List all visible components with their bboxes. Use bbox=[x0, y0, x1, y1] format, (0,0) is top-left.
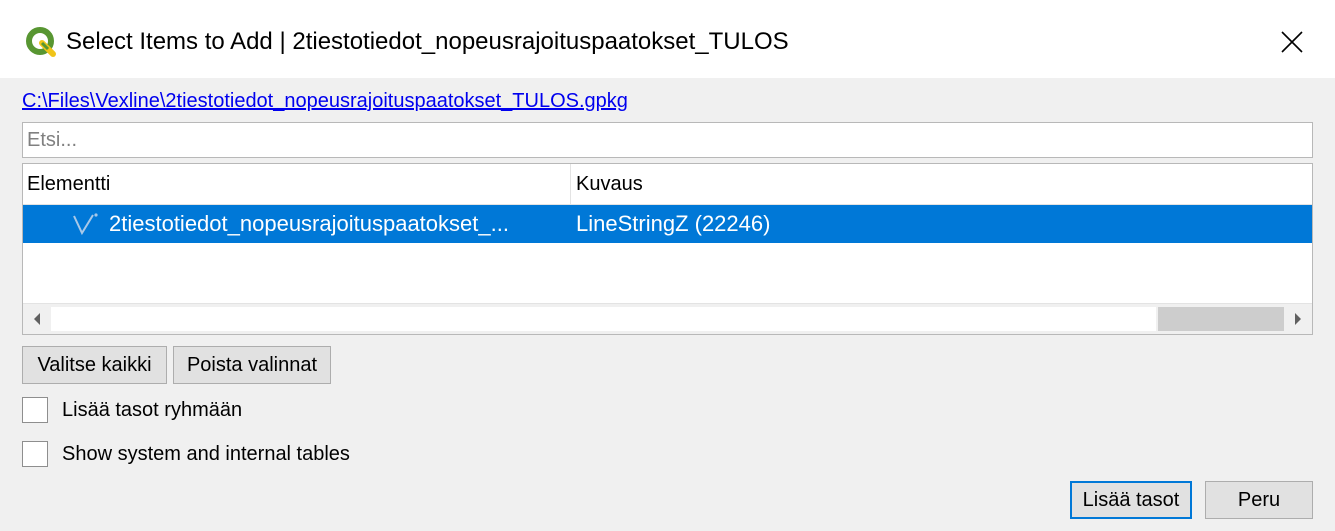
scrollbar-thumb[interactable] bbox=[1158, 307, 1284, 331]
add-to-group-checkbox[interactable] bbox=[22, 397, 48, 423]
scroll-right-button[interactable] bbox=[1284, 304, 1312, 334]
deselect-all-button[interactable]: Poista valinnat bbox=[173, 346, 331, 384]
add-layers-button[interactable]: Lisää tasot bbox=[1070, 481, 1192, 519]
file-path-link[interactable]: C:\Files\Vexline\2tiestotiedot_nopeusraj… bbox=[22, 88, 628, 114]
show-system-tables-label: Show system and internal tables bbox=[62, 443, 350, 465]
title-bar: Select Items to Add | 2tiestotiedot_nope… bbox=[0, 0, 1335, 78]
linestring-geometry-icon bbox=[71, 211, 101, 237]
table-header: Elementti Kuvaus bbox=[23, 164, 1312, 205]
close-button[interactable] bbox=[1270, 22, 1314, 62]
column-header-element[interactable]: Elementti bbox=[23, 164, 571, 204]
scrollbar-track[interactable] bbox=[51, 307, 1156, 331]
scroll-left-button[interactable] bbox=[23, 304, 51, 334]
cancel-button[interactable]: Peru bbox=[1205, 481, 1313, 519]
window-title: Select Items to Add | 2tiestotiedot_nope… bbox=[66, 28, 789, 55]
show-system-tables-checkbox[interactable] bbox=[22, 441, 48, 467]
close-icon bbox=[1281, 31, 1303, 53]
arrow-left-icon bbox=[34, 313, 40, 325]
search-input[interactable] bbox=[22, 122, 1313, 158]
row-element-name: 2tiestotiedot_nopeusrajoituspaatokset_..… bbox=[109, 211, 509, 236]
add-to-group-label: Lisää tasot ryhmään bbox=[62, 399, 243, 421]
items-table: Elementti Kuvaus 2tiestotiedot_nopeusraj… bbox=[22, 163, 1313, 335]
horizontal-scrollbar[interactable] bbox=[23, 303, 1312, 334]
qgis-logo-icon bbox=[26, 27, 56, 57]
arrow-right-icon bbox=[1295, 313, 1301, 325]
table-row[interactable]: 2tiestotiedot_nopeusrajoituspaatokset_..… bbox=[23, 205, 1312, 243]
column-header-description[interactable]: Kuvaus bbox=[572, 164, 1312, 204]
select-all-button[interactable]: Valitse kaikki bbox=[22, 346, 167, 384]
row-description: LineStringZ (22246) bbox=[576, 211, 771, 236]
